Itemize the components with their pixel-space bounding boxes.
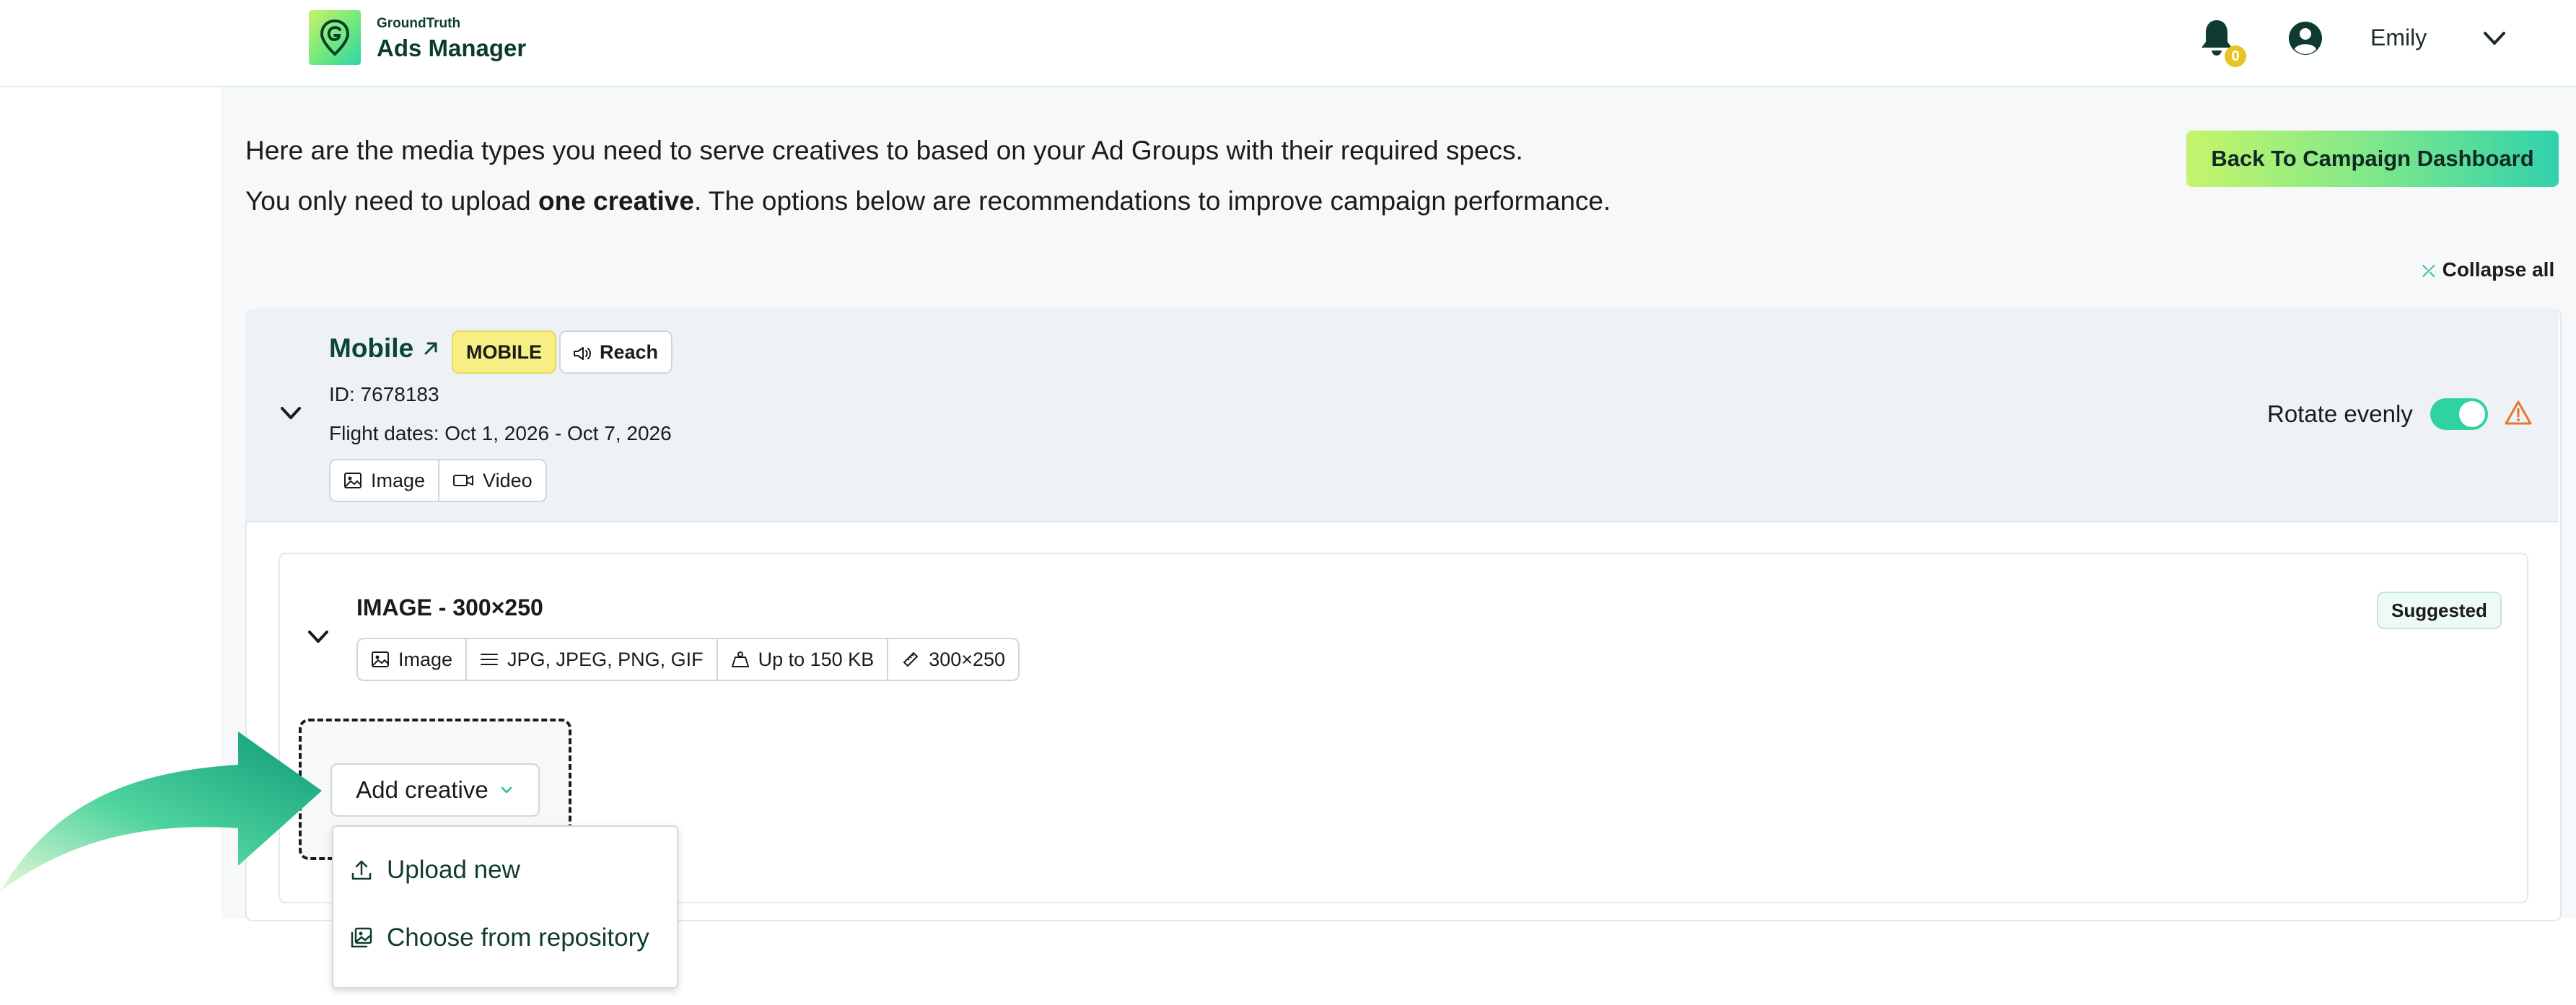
groundtruth-logo[interactable]	[309, 10, 361, 65]
spec-chip-type: Image	[358, 639, 465, 680]
ad-group-chevron-down-icon[interactable]	[276, 398, 305, 427]
image-library-icon	[351, 927, 372, 948]
spec-chip-formats: JPG, JPEG, PNG, GIF	[465, 639, 717, 680]
back-to-campaign-dashboard-button[interactable]: Back To Campaign Dashboard	[2186, 131, 2559, 187]
media-type-chips: Image Video	[329, 459, 547, 502]
video-camera-icon	[453, 475, 474, 486]
chevron-down-icon	[501, 786, 512, 794]
creative-chevron-down-icon[interactable]	[304, 622, 333, 651]
user-name[interactable]: Emily	[2370, 25, 2427, 51]
megaphone-icon	[574, 346, 591, 360]
rotate-evenly-toggle[interactable]	[2430, 398, 2488, 430]
spec-chip-label: JPG, JPEG, PNG, GIF	[507, 648, 704, 670]
spec-chip-size-limit: Up to 150 KB	[716, 639, 888, 680]
collapse-icon: ⤫	[2422, 262, 2435, 280]
collapse-all-link[interactable]: ⤫ Collapse all	[2422, 258, 2554, 281]
spec-chip-label: 300×250	[929, 648, 1006, 670]
intro-text-line2: You only need to upload one creative. Th…	[245, 186, 1611, 216]
pointer-arrow-icon	[0, 732, 322, 892]
list-icon	[481, 654, 499, 665]
spec-chip-label: Image	[398, 648, 453, 670]
menu-item-upload-new[interactable]: Upload new	[349, 848, 520, 892]
intro-line2-suffix: . The options below are recommendations …	[693, 186, 1611, 216]
collapse-all-label: Collapse all	[2442, 258, 2555, 281]
creative-spec-title: IMAGE - 300×250	[356, 594, 543, 620]
add-creative-button[interactable]: Add creative	[330, 763, 540, 817]
logo-pin-icon	[320, 19, 350, 56]
ad-group-title[interactable]: Mobile	[329, 333, 413, 364]
intro-line2-prefix: You only need to upload	[245, 186, 538, 216]
ruler-icon	[903, 652, 919, 667]
warning-icon[interactable]	[2504, 398, 2533, 427]
image-icon	[372, 651, 389, 667]
flight-dates: Flight dates: Oct 1, 2026 - Oct 7, 2026	[329, 422, 672, 444]
add-creative-menu: Upload new Choose from repository	[332, 825, 678, 988]
upload-icon	[351, 860, 372, 880]
notification-count-badge: 0	[2225, 45, 2246, 67]
reach-tag-label: Reach	[600, 341, 659, 363]
media-chip-label: Image	[371, 470, 426, 491]
toggle-knob	[2459, 401, 2485, 427]
media-chip-image: Image	[330, 460, 438, 501]
add-creative-label: Add creative	[356, 776, 489, 803]
media-chip-label: Video	[483, 470, 533, 491]
menu-item-label: Choose from repository	[387, 923, 649, 952]
rotate-evenly-label: Rotate evenly	[2267, 400, 2413, 427]
mobile-type-tag: MOBILE	[452, 330, 556, 374]
creative-spec-chips: Image JPG, JPEG, PNG, GIF Up to 150 KB 3…	[356, 638, 1020, 681]
media-chip-video: Video	[438, 460, 546, 501]
user-avatar-icon[interactable]	[2287, 20, 2323, 56]
intro-text-line1: Here are the media types you need to ser…	[245, 136, 1523, 165]
spec-chip-label: Up to 150 KB	[758, 648, 875, 670]
weight-icon	[731, 651, 749, 667]
intro-line2-bold: one creative	[538, 186, 694, 216]
menu-item-choose-from-repository[interactable]: Choose from repository	[349, 916, 649, 960]
external-link-icon[interactable]	[421, 339, 440, 358]
user-menu-chevron-down-icon[interactable]	[2482, 27, 2507, 49]
menu-item-label: Upload new	[387, 856, 520, 884]
ad-group-id: ID: 7678183	[329, 383, 439, 405]
reach-goal-tag: Reach	[559, 330, 673, 374]
spec-chip-dimensions: 300×250	[887, 639, 1018, 680]
suggested-badge: Suggested	[2377, 592, 2502, 629]
app-title: Ads Manager	[377, 35, 527, 61]
image-icon	[344, 473, 362, 488]
brand-name: GroundTruth	[377, 16, 461, 31]
